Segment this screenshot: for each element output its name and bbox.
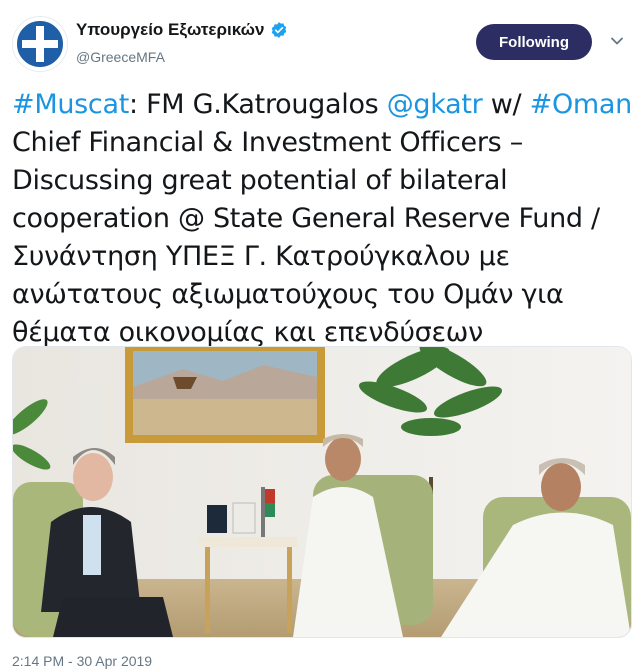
tweet-text-segment: Chief Financial & Investment Officers – …	[12, 127, 600, 348]
meeting-photo-image	[13, 347, 631, 637]
hashtag-link[interactable]: #Muscat	[12, 89, 129, 120]
account-handle[interactable]: @GreeceMFA	[76, 49, 165, 65]
tweet-timestamp[interactable]: 2:14 PM - 30 Apr 2019	[12, 653, 152, 669]
hashtag-link[interactable]: #Oman	[530, 89, 633, 120]
following-button[interactable]: Following	[476, 24, 592, 60]
verified-badge-icon	[272, 22, 287, 38]
greek-flag-cross-icon	[13, 17, 67, 71]
tweet-text-segment: : FM G.Katrougalos	[128, 89, 387, 120]
account-name-row: Υπουργείο Εξωτερικών	[76, 20, 288, 40]
tweet-text-segment: w/	[482, 89, 530, 120]
display-name[interactable]: Υπουργείο Εξωτερικών	[76, 20, 264, 40]
chevron-down-icon[interactable]	[610, 34, 624, 48]
meeting-photo[interactable]	[12, 346, 632, 638]
avatar[interactable]	[12, 16, 68, 72]
tweet-card: Υπουργείο Εξωτερικών @GreeceMFA Followin…	[0, 0, 640, 671]
tweet-text: #Muscat: FM G.Katrougalos @gkatr w/ #Oma…	[12, 86, 632, 352]
mention-link[interactable]: @gkatr	[387, 89, 483, 120]
